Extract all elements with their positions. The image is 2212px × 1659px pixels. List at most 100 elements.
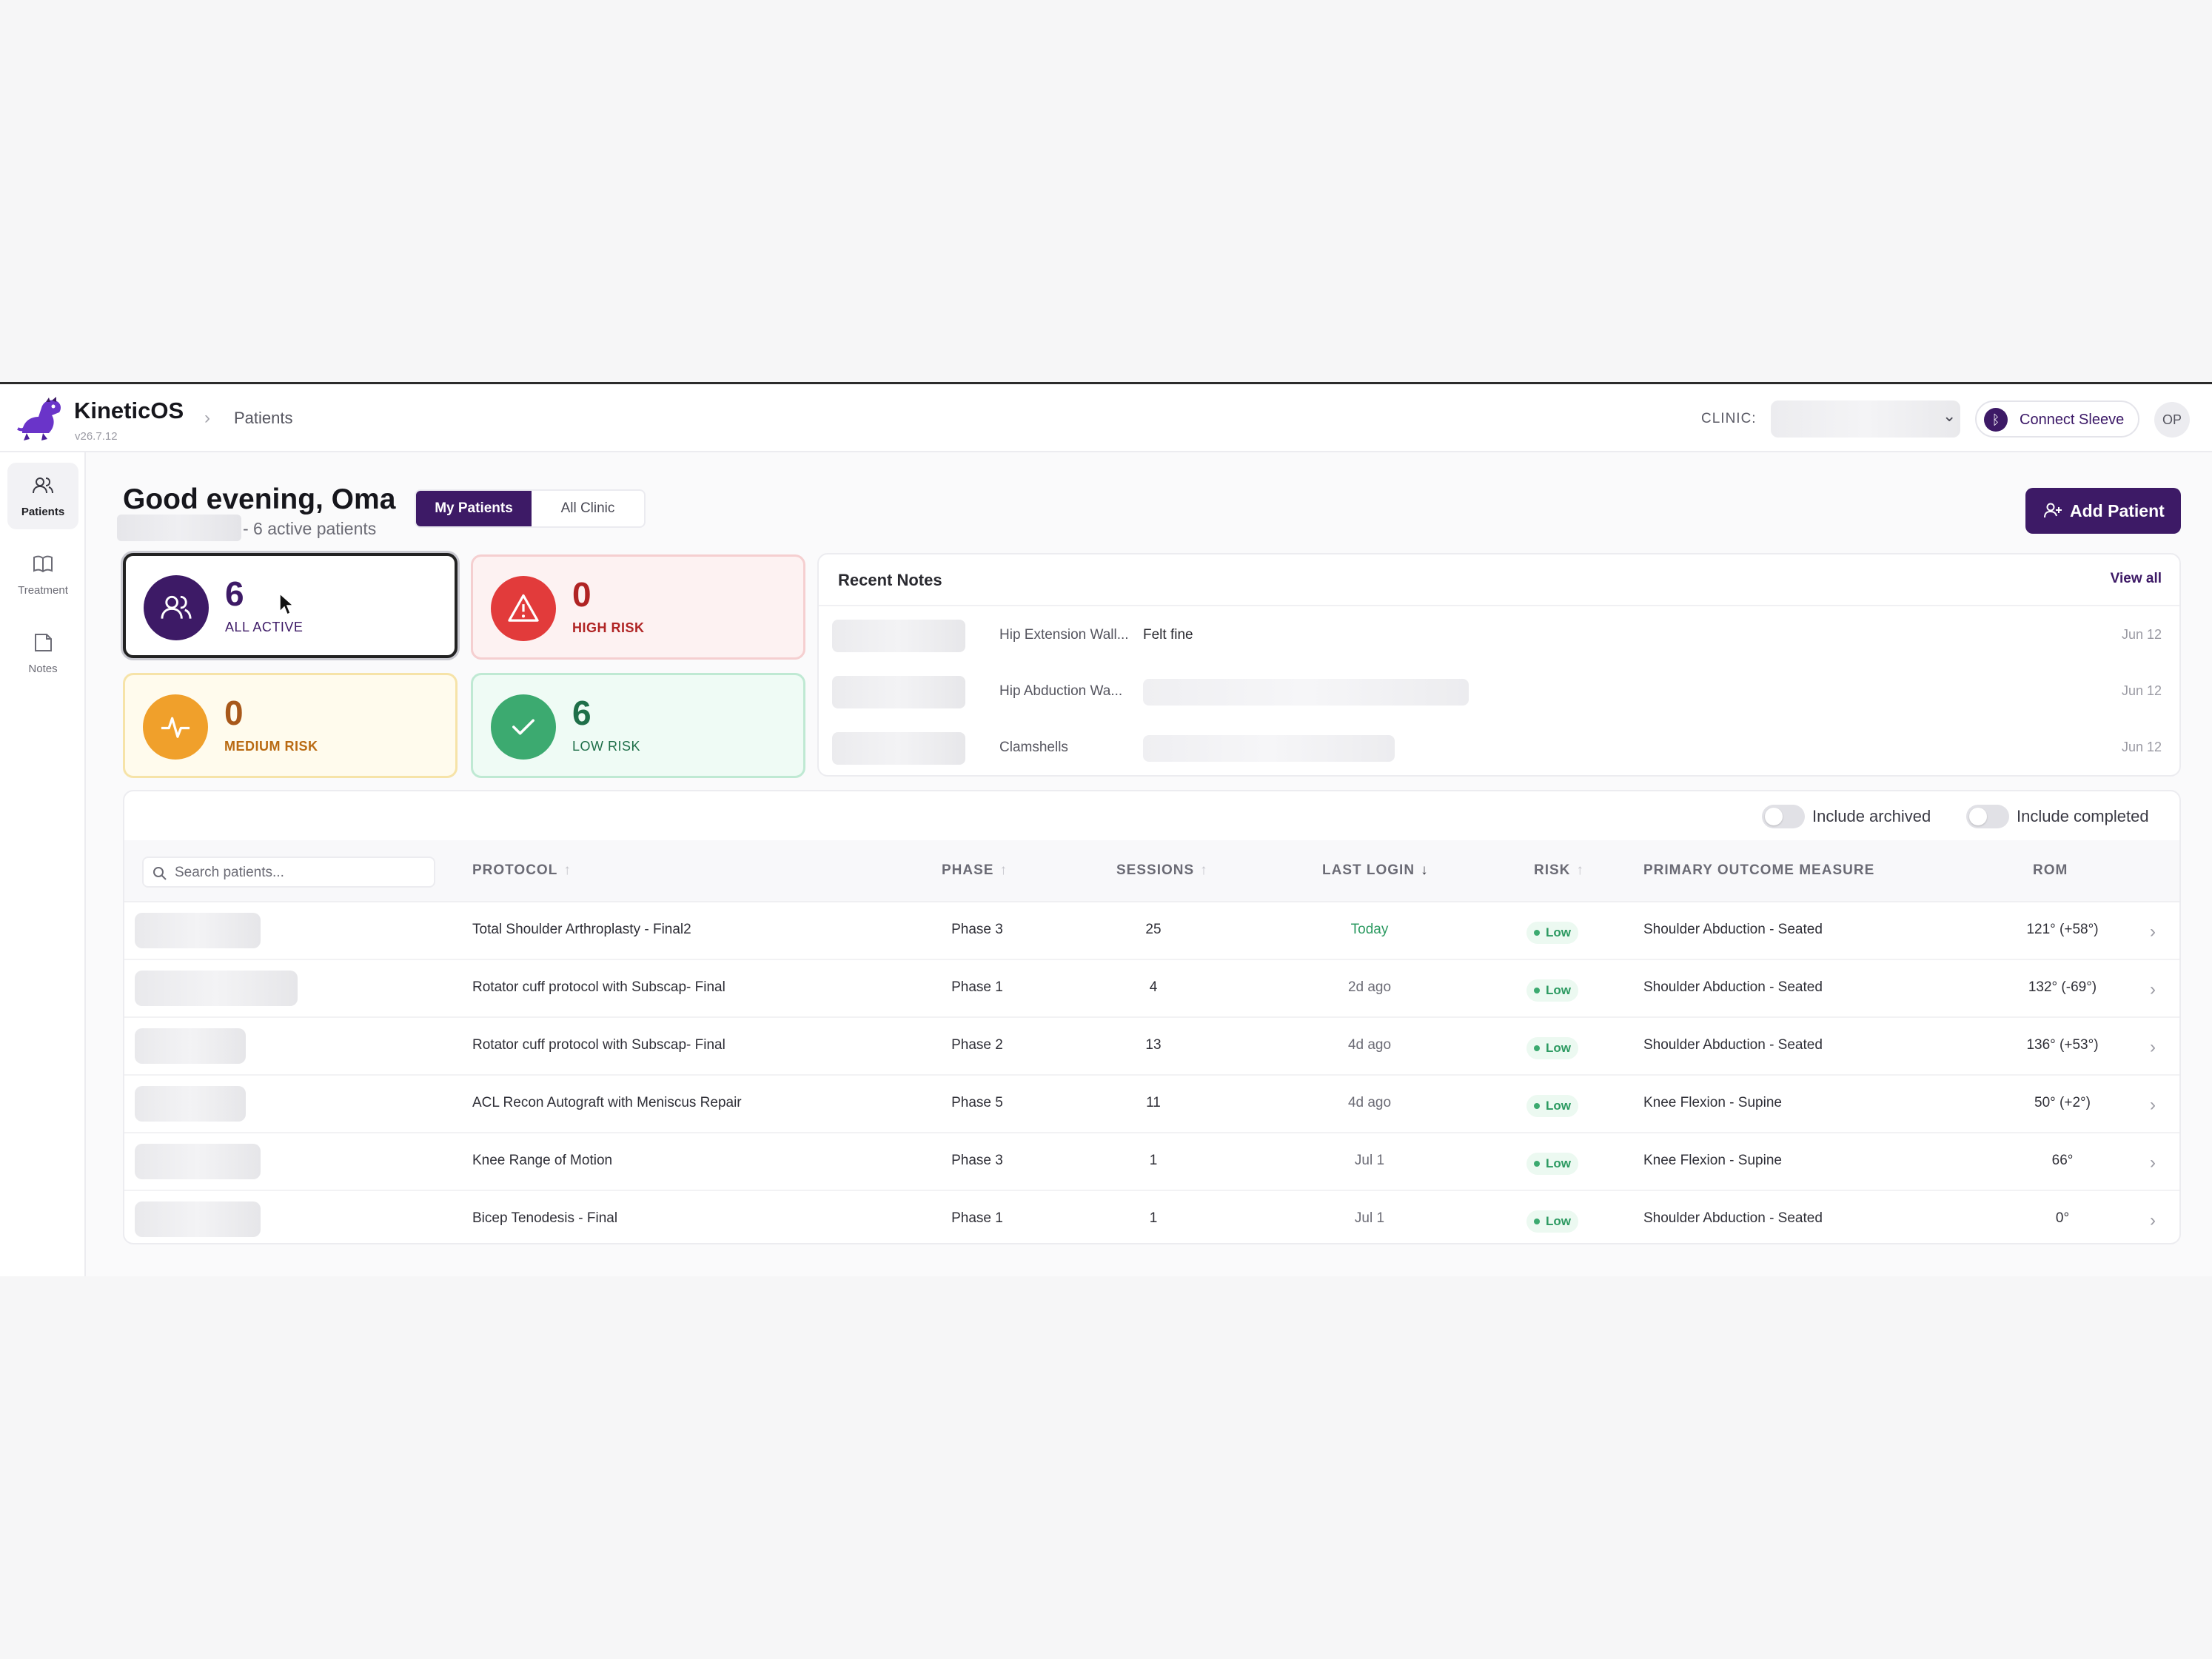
redacted-patient-name <box>135 1086 246 1122</box>
table-header: PROTOCOL↑ PHASE↑ SESSIONS↑ LAST LOGIN↓ R… <box>124 840 2179 902</box>
column-header-phase[interactable]: PHASE ↑ <box>942 862 1008 879</box>
chevron-right-icon[interactable]: › <box>2150 1037 2156 1058</box>
users-icon <box>33 477 53 494</box>
column-header-risk[interactable]: RISK ↑ <box>1534 862 1584 879</box>
chevron-right-icon[interactable]: › <box>2150 922 2156 942</box>
sessions-cell: 1 <box>1149 1210 1158 1226</box>
chevron-right-icon[interactable]: › <box>2150 1210 2156 1231</box>
note-row[interactable]: Hip Extension Wall... Felt fine Jun 12 <box>819 608 2179 664</box>
protocol-cell: Knee Range of Motion <box>472 1153 613 1168</box>
risk-badge: Low <box>1526 1095 1578 1117</box>
stat-card-low-risk[interactable]: 6 LOW RISK <box>471 673 805 778</box>
rom-cell: 50° (+2°) <box>2034 1095 2091 1110</box>
column-header-sessions[interactable]: SESSIONS ↑ <box>1116 862 1208 879</box>
sessions-cell: 13 <box>1145 1037 1162 1053</box>
sidebar-item-label: Notes <box>28 663 58 675</box>
redacted-patient-name <box>135 1144 261 1179</box>
active-patients-count: - 6 active patients <box>243 519 377 538</box>
stat-value: 0 <box>572 575 591 614</box>
stat-value: 0 <box>224 694 244 732</box>
note-exercise: Hip Extension Wall... <box>999 627 1129 643</box>
connect-sleeve-label: Connect Sleeve <box>2020 412 2125 428</box>
protocol-cell: Rotator cuff protocol with Subscap- Fina… <box>472 979 725 995</box>
redacted-patient-name <box>135 971 298 1006</box>
sidebar-item-label: Treatment <box>18 584 68 597</box>
redacted-patient-name <box>832 676 965 708</box>
sidebar-item-notes[interactable]: Notes <box>7 620 78 686</box>
chevron-right-icon[interactable]: › <box>2150 979 2156 1000</box>
phase-cell: Phase 5 <box>951 1095 1003 1110</box>
connect-sleeve-button[interactable]: ᛒ Connect Sleeve <box>1975 400 2139 438</box>
redacted-note-text <box>1143 679 1469 706</box>
include-archived-toggle[interactable] <box>1762 805 1805 828</box>
outcome-cell: Shoulder Abduction - Seated <box>1643 922 1823 937</box>
sidebar: Patients Treatment Notes <box>0 452 86 1276</box>
redacted-clinic-name <box>117 515 241 541</box>
table-row[interactable]: Total Shoulder Arthroplasty - Final2 Pha… <box>124 902 2179 960</box>
search-icon <box>153 867 167 880</box>
chevron-down-icon[interactable]: ⌄ <box>1943 406 1956 426</box>
redacted-note-text <box>1143 735 1395 762</box>
note-exercise: Hip Abduction Wa... <box>999 683 1123 699</box>
stat-label: MEDIUM RISK <box>224 739 318 754</box>
outcome-cell: Knee Flexion - Supine <box>1643 1153 1782 1168</box>
phase-cell: Phase 3 <box>951 922 1003 937</box>
note-date: Jun 12 <box>2121 740 2162 754</box>
last-login-cell: Today <box>1350 922 1389 937</box>
avatar[interactable]: OP <box>2154 402 2190 438</box>
column-header-protocol[interactable]: PROTOCOL ↑ <box>472 862 572 879</box>
risk-badge: Low <box>1526 1210 1578 1233</box>
outcome-cell: Shoulder Abduction - Seated <box>1643 1210 1823 1226</box>
phase-cell: Phase 3 <box>951 1153 1003 1168</box>
column-header-rom: ROM <box>2033 862 2068 878</box>
stat-card-medium-risk[interactable]: 0 MEDIUM RISK <box>123 673 458 778</box>
search-input[interactable] <box>175 862 426 883</box>
table-row[interactable]: Bicep Tenodesis - Final Phase 1 1 Jul 1 … <box>124 1191 2179 1243</box>
tab-my-patients[interactable]: My Patients <box>416 491 532 526</box>
rom-cell: 132° (-69°) <box>2028 979 2097 995</box>
warning-icon <box>508 594 539 622</box>
table-row[interactable]: ACL Recon Autograft with Meniscus Repair… <box>124 1076 2179 1133</box>
sort-arrow-down-icon: ↓ <box>1421 862 1429 878</box>
include-completed-toggle[interactable] <box>1966 805 2009 828</box>
note-date: Jun 12 <box>2121 683 2162 698</box>
include-archived-label: Include archived <box>1812 807 1931 825</box>
note-row[interactable]: Clamshells Jun 12 <box>819 720 2179 775</box>
clinic-label: CLINIC: <box>1701 411 1757 426</box>
chevron-right-icon[interactable]: › <box>2150 1153 2156 1173</box>
tab-all-clinic[interactable]: All Clinic <box>532 491 644 526</box>
rom-cell: 66° <box>2051 1153 2074 1168</box>
protocol-cell: Bicep Tenodesis - Final <box>472 1210 618 1226</box>
add-patient-button[interactable]: Add Patient <box>2025 488 2181 534</box>
phase-cell: Phase 1 <box>951 979 1003 995</box>
redacted-patient-name <box>135 1201 261 1237</box>
phase-cell: Phase 1 <box>951 1210 1003 1226</box>
top-bar: KineticOS v26.7.12 › Patients CLINIC: ⌄ … <box>0 384 2212 452</box>
table-row[interactable]: Rotator cuff protocol with Subscap- Fina… <box>124 960 2179 1018</box>
risk-badge: Low <box>1526 1153 1578 1175</box>
view-all-link[interactable]: View all <box>2111 571 2162 587</box>
table-row[interactable]: Knee Range of Motion Phase 3 1 Jul 1 Low… <box>124 1133 2179 1191</box>
note-row[interactable]: Hip Abduction Wa... Jun 12 <box>819 664 2179 720</box>
clinic-select[interactable] <box>1771 400 1960 438</box>
sidebar-item-patients[interactable]: Patients <box>7 463 78 529</box>
activity-icon <box>161 717 190 738</box>
stat-value: 6 <box>572 694 591 732</box>
stat-card-high-risk[interactable]: 0 HIGH RISK <box>471 554 805 660</box>
sidebar-item-treatment[interactable]: Treatment <box>7 541 78 608</box>
dino-logo-icon[interactable] <box>16 395 65 442</box>
user-plus-icon <box>2044 503 2062 518</box>
column-header-last-login[interactable]: LAST LOGIN ↓ <box>1322 862 1429 879</box>
table-row[interactable]: Rotator cuff protocol with Subscap- Fina… <box>124 1018 2179 1076</box>
sessions-cell: 1 <box>1149 1153 1158 1168</box>
sidebar-item-label: Patients <box>21 506 65 518</box>
outcome-cell: Shoulder Abduction - Seated <box>1643 979 1823 995</box>
breadcrumb-current[interactable]: Patients <box>234 409 293 428</box>
outcome-cell: Knee Flexion - Supine <box>1643 1095 1782 1110</box>
redacted-patient-name <box>832 620 965 652</box>
chevron-right-icon[interactable]: › <box>2150 1095 2156 1116</box>
app-name: KineticOS <box>74 398 184 423</box>
sort-arrow-icon: ↑ <box>999 862 1008 878</box>
note-date: Jun 12 <box>2121 627 2162 642</box>
stat-label: HIGH RISK <box>572 620 645 635</box>
